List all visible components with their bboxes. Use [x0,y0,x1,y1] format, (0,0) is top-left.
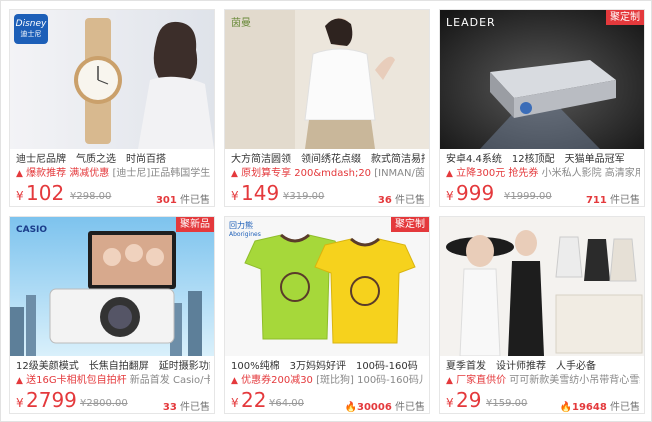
promo-tag: 聚定制 [391,217,429,232]
product-title[interactable]: 迪士尼品牌 气质之选 时尚百搭 [16,153,210,167]
currency-symbol: ¥ [16,189,24,203]
tag-icon: ▲ [231,169,238,179]
brand-logo-casio: CASIO [16,225,48,235]
price-row: ¥ 999 ¥1999.00 711 件已售 [446,181,642,206]
sold-count: 36 件已售 [377,195,425,206]
currency-symbol: ¥ [231,396,239,410]
tag-icon: ▲ [16,169,23,179]
sale-price: 22 [241,388,267,412]
original-price: ¥1999.00 [504,191,552,202]
price-row: ¥ 22 ¥64.00 🔥30006 件已售 [231,388,427,413]
original-price: ¥2800.00 [80,398,128,409]
product-card-projector[interactable]: LEADER 聚定制 安卓4.4系统 12核顶配 天猫单品冠军 ▲ 立降300元… [439,9,645,207]
sale-price: 999 [456,181,495,205]
original-price: ¥319.00 [283,191,325,202]
promo-tag: 聚新品 [176,217,214,232]
tag-icon: ▲ [16,376,23,386]
product-card-camisole[interactable]: 夏季首发 设计师推荐 人手必备 ▲ 厂家直供价 可可新款美雪纺小吊带背心雪纺衫 … [439,216,645,414]
original-price: ¥64.00 [269,398,304,409]
price-row: ¥ 102 ¥298.00 301 件已售 [16,181,212,206]
tag-icon: ▲ [446,169,453,179]
product-image[interactable]: CASIO 聚新品 [10,217,214,356]
tag-icon: ▲ [446,376,453,386]
brand-logo-leader: LEADER [446,16,496,29]
brand-logo-disney: Disney 迪士尼 [14,14,48,44]
sale-price: 149 [241,181,280,205]
product-grid: Disney 迪士尼 迪士尼品牌 气质之选 时尚百搭 ▲ 爆款推荐 满减优惠 [… [9,9,645,415]
promo-line: ▲ 送16G卡相机包自拍杆 新品首发 Casio/卡西欧 [16,375,210,386]
original-price: ¥298.00 [70,191,112,202]
currency-symbol: ¥ [446,396,454,410]
original-price: ¥159.00 [486,398,528,409]
promo-line: ▲ 立降300元 抢先券 小米私人影院 高清家用 微型 [446,168,640,179]
promo-line: ▲ 厂家直供价 可可新款美雪纺小吊带背心雪纺衫 [446,375,640,386]
currency-symbol: ¥ [16,396,24,410]
product-image[interactable]: 回力熊 Aborigines 聚定制 [225,217,429,356]
currency-symbol: ¥ [446,189,454,203]
product-card-shirt[interactable]: 茵曼 大方简洁圆领 领间绣花点缀 款式简洁易搭 ▲ 原划算专享 200&mdas… [224,9,430,207]
sale-price: 29 [456,388,482,412]
price-row: ¥ 29 ¥159.00 🔥19648 件已售 [446,388,642,413]
sold-count: 33 件已售 [162,402,210,413]
sale-price: 2799 [26,388,77,412]
product-image[interactable]: 茵曼 [225,10,429,149]
sold-count: 711 件已售 [585,195,640,206]
price-row: ¥ 149 ¥319.00 36 件已售 [231,181,427,206]
product-title[interactable]: 安卓4.4系统 12核顶配 天猫单品冠军 [446,153,640,167]
currency-symbol: ¥ [231,189,239,203]
promo-line: ▲ 优惠券200减30 [斑比狗] 100码-160码儿童短袖 [231,375,425,386]
product-title[interactable]: 12级美颜模式 长焦自拍翻屏 延时摄影功能 [16,360,210,374]
sold-count: 301 件已售 [155,195,210,206]
product-title[interactable]: 100%纯棉 3万妈妈好评 100码-160码 [231,360,425,374]
brand-logo-kids: 回力熊 Aborigines [229,221,261,238]
promo-line: ▲ 原划算专享 200&mdash;20 [INMAN/茵曼]新 [231,168,425,179]
tag-icon: ▲ [231,376,238,386]
price-row: ¥ 2799 ¥2800.00 33 件已售 [16,388,212,413]
product-card-kids-tshirt[interactable]: 回力熊 Aborigines 聚定制 100%纯棉 3万妈妈好评 100码-16… [224,216,430,414]
sold-count: 🔥19648 件已售 [559,402,640,413]
fire-icon: 🔥 [344,402,358,413]
brand-logo-inman: 茵曼 [231,18,251,29]
fire-icon: 🔥 [559,402,573,413]
product-card-watch[interactable]: Disney 迪士尼 迪士尼品牌 气质之选 时尚百搭 ▲ 爆款推荐 满减优惠 [… [9,9,215,207]
sale-price: 102 [26,181,65,205]
product-title[interactable]: 大方简洁圆领 领间绣花点缀 款式简洁易搭 [231,153,425,167]
product-image[interactable]: Disney 迪士尼 [10,10,214,149]
product-image[interactable] [440,217,644,356]
product-grid-frame: Disney 迪士尼 迪士尼品牌 气质之选 时尚百搭 ▲ 爆款推荐 满减优惠 [… [0,0,652,422]
promo-tag: 聚定制 [606,10,644,25]
product-card-camera[interactable]: CASIO 聚新品 12级美颜模式 长焦自拍翻屏 延时摄影功能 ▲ 送16G卡相… [9,216,215,414]
product-image[interactable]: LEADER 聚定制 [440,10,644,149]
product-title[interactable]: 夏季首发 设计师推荐 人手必备 [446,360,640,374]
sold-count: 🔥30006 件已售 [344,402,425,413]
promo-line: ▲ 爆款推荐 满减优惠 [迪士尼]正品韩国学生女士 [16,168,210,179]
